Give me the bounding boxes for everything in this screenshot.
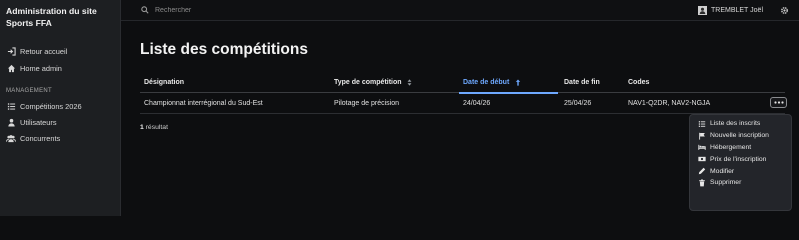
bed-icon <box>698 143 706 151</box>
menu-item-prix-inscription[interactable]: Prix de l'inscription <box>690 153 791 165</box>
user-name: TREMBLET Joël <box>711 6 763 14</box>
menu-item-modifier[interactable]: Modifier <box>690 165 791 177</box>
cell-end-date: 25/04/26 <box>564 100 592 107</box>
menu-item-label: Prix de l'inscription <box>710 155 767 163</box>
list-icon <box>6 101 16 111</box>
search-bar[interactable] <box>141 4 341 16</box>
home-icon <box>6 63 16 73</box>
gear-icon <box>780 6 789 15</box>
row-actions-button[interactable] <box>770 97 787 108</box>
result-count: 1 résultat <box>140 124 168 131</box>
table-row-divider <box>140 113 785 114</box>
sidebar: Administration du site Sports FFA Retour… <box>0 0 121 216</box>
result-label: résultat <box>145 124 168 131</box>
column-header-label: Codes <box>628 79 650 86</box>
menu-item-label: Modifier <box>710 167 735 175</box>
menu-item-label: Liste des inscrits <box>710 120 761 128</box>
column-header-label: Désignation <box>144 79 185 86</box>
arrow-up-icon <box>515 79 521 86</box>
column-header-type[interactable]: Type de compétition <box>334 79 412 86</box>
pencil-icon <box>698 167 706 175</box>
cell-start-date: 24/04/26 <box>463 100 491 107</box>
nav-item-concurrents[interactable]: Concurrents <box>6 132 60 144</box>
topbar: TREMBLET Joël <box>121 0 799 21</box>
result-number: 1 <box>140 124 144 131</box>
nav-item-label: Concurrents <box>20 133 61 143</box>
menu-item-label: Nouvelle inscription <box>710 132 769 140</box>
settings-button[interactable] <box>778 4 790 16</box>
active-sort-indicator <box>459 92 558 94</box>
nav-item-home-admin[interactable]: Home admin <box>6 62 62 74</box>
page-title: Liste des compétitions <box>140 41 308 58</box>
ticket-icon <box>698 155 706 163</box>
column-header-label: Type de compétition <box>334 79 402 86</box>
user-icon <box>6 117 16 127</box>
menu-item-nouvelle-inscription[interactable]: Nouvelle inscription <box>690 130 791 142</box>
menu-item-label: Hébergement <box>710 143 752 151</box>
ellipsis-icon <box>773 101 784 104</box>
nav-item-label: Retour accueil <box>20 46 68 56</box>
menu-item-hebergement[interactable]: Hébergement <box>690 142 791 154</box>
cell-type: Pilotage de précision <box>334 100 399 107</box>
search-input[interactable] <box>155 6 325 14</box>
menu-item-supprimer[interactable]: Supprimer <box>690 177 791 189</box>
avatar <box>698 5 707 15</box>
menu-item-label: Supprimer <box>710 179 742 187</box>
section-label-management: MANAGEMENT <box>6 88 53 94</box>
nav-item-competitions[interactable]: Compétitions 2026 <box>6 100 82 112</box>
nav-item-utilisateurs[interactable]: Utilisateurs <box>6 116 57 128</box>
column-header-designation[interactable]: Désignation <box>144 79 184 86</box>
cell-codes: NAV1-Q2DR, NAV2-NGJA <box>628 100 711 107</box>
users-icon <box>6 133 16 143</box>
nav-item-label: Utilisateurs <box>20 117 57 127</box>
nav-item-retour-accueil[interactable]: Retour accueil <box>6 45 67 57</box>
user-menu[interactable]: TREMBLET Joël <box>698 4 763 16</box>
site-brand[interactable]: Administration du site Sports FFA <box>6 5 118 29</box>
search-icon <box>141 6 149 14</box>
flag-icon <box>698 132 706 140</box>
sort-icon <box>407 79 412 86</box>
menu-item-liste-inscrits[interactable]: Liste des inscrits <box>690 118 791 130</box>
column-header-start-date[interactable]: Date de début <box>463 79 521 86</box>
row-actions-menu: Liste des inscrits Nouvelle inscription … <box>689 114 792 211</box>
list-icon <box>698 120 706 128</box>
column-header-label: Date de fin <box>564 79 600 86</box>
nav-item-label: Compétitions 2026 <box>20 101 82 111</box>
nav-item-label: Home admin <box>20 63 62 73</box>
sign-in-icon <box>6 46 16 56</box>
trash-icon <box>698 179 706 187</box>
column-header-end-date[interactable]: Date de fin <box>564 79 600 86</box>
column-header-label: Date de début <box>463 79 510 86</box>
cell-designation: Championnat interrégional du Sud-Est <box>144 100 263 107</box>
column-header-codes[interactable]: Codes <box>628 79 649 86</box>
